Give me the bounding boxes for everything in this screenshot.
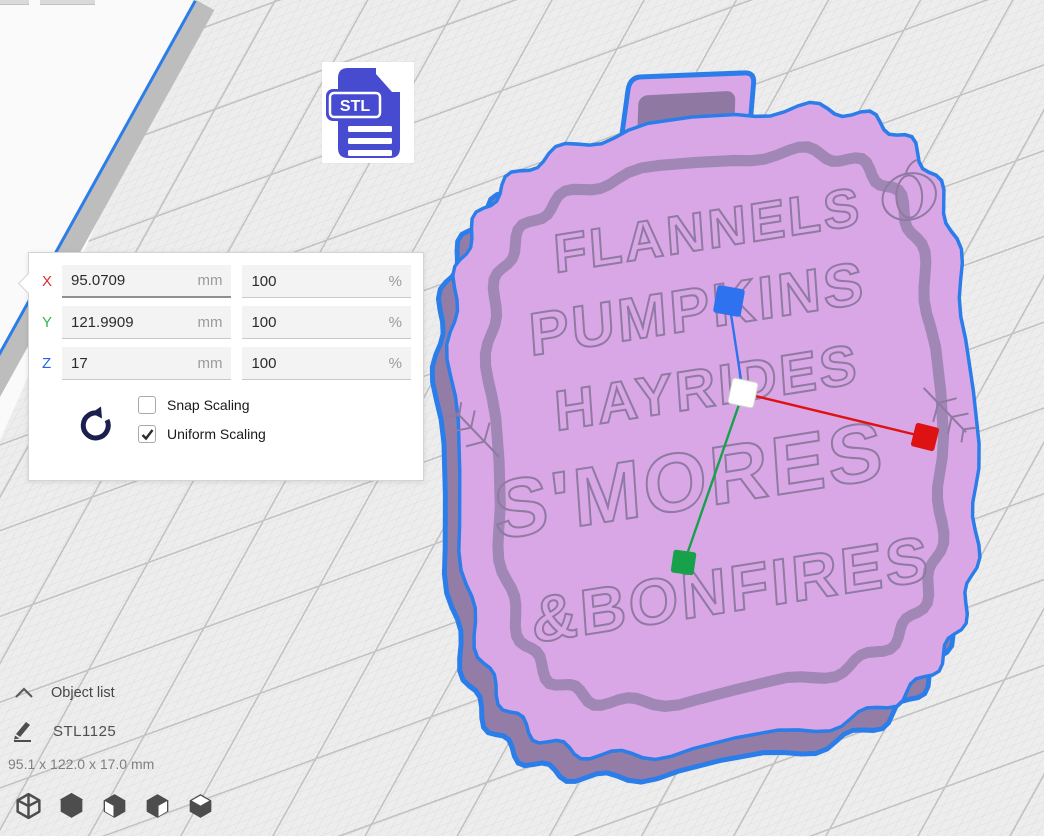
cube-front-icon — [56, 790, 87, 822]
snap-scaling-checkbox[interactable] — [138, 396, 156, 414]
scale-handle-y[interactable] — [671, 549, 697, 575]
object-list-item[interactable]: STL1125 — [12, 720, 116, 742]
snap-scaling-label: Snap Scaling — [167, 397, 250, 413]
model-dimensions-label: 95.1 x 122.0 x 17.0 mm — [8, 756, 154, 772]
axis-label-x: X — [42, 273, 59, 290]
stl-badge-label: STL — [340, 98, 370, 115]
object-name: STL1125 — [53, 723, 116, 740]
camera-view-toolbar — [13, 790, 216, 822]
scale-y-mm-input[interactable]: 121.9909 mm — [62, 306, 231, 339]
stl-file-icon: STL — [322, 62, 414, 163]
scale-y-percent-input[interactable]: 100 % — [242, 306, 411, 339]
scale-z-percent-input[interactable]: 100 % — [242, 347, 411, 380]
axis-label-y: Y — [42, 314, 59, 331]
view-left-button[interactable] — [99, 790, 130, 822]
scale-z-mm-input[interactable]: 17 mm — [62, 347, 231, 380]
reset-scale-button[interactable] — [72, 404, 116, 448]
cube-3d-icon — [13, 790, 44, 822]
cube-top-icon — [185, 790, 216, 822]
cube-right-icon — [142, 790, 173, 822]
axis-label-z: Z — [42, 355, 59, 372]
scale-row-y: Y 121.9909 mm 100 % — [42, 306, 411, 339]
top-toolbar-edge — [0, 0, 29, 5]
cube-left-icon — [99, 790, 130, 822]
scale-handle-center[interactable] — [728, 378, 759, 409]
snap-scaling-row: Snap Scaling — [138, 396, 266, 414]
scale-row-z: Z 17 mm 100 % — [42, 347, 411, 380]
uniform-scaling-checkbox[interactable] — [138, 425, 156, 443]
scale-tool-panel: X 95.0709 mm 100 % Y 121.9909 mm 100 % Z… — [28, 252, 424, 481]
uniform-scaling-row: Uniform Scaling — [138, 425, 266, 443]
pencil-icon — [12, 720, 36, 742]
view-3d-button[interactable] — [13, 790, 44, 822]
scale-row-x: X 95.0709 mm 100 % — [42, 265, 411, 298]
scale-handle-z[interactable] — [713, 285, 745, 317]
scale-x-percent-input[interactable]: 100 % — [242, 265, 411, 298]
checkmark-icon — [141, 428, 154, 441]
object-list-label: Object list — [51, 685, 115, 701]
uniform-scaling-label: Uniform Scaling — [167, 426, 266, 442]
view-right-button[interactable] — [142, 790, 173, 822]
scale-x-mm-input[interactable]: 95.0709 mm — [62, 265, 231, 298]
top-toolbar-edge — [40, 0, 95, 5]
object-list-toggle[interactable]: Object list — [14, 685, 115, 701]
chevron-up-icon — [14, 687, 34, 699]
view-front-button[interactable] — [56, 790, 87, 822]
view-top-button[interactable] — [185, 790, 216, 822]
reset-arrow-icon — [74, 405, 114, 445]
